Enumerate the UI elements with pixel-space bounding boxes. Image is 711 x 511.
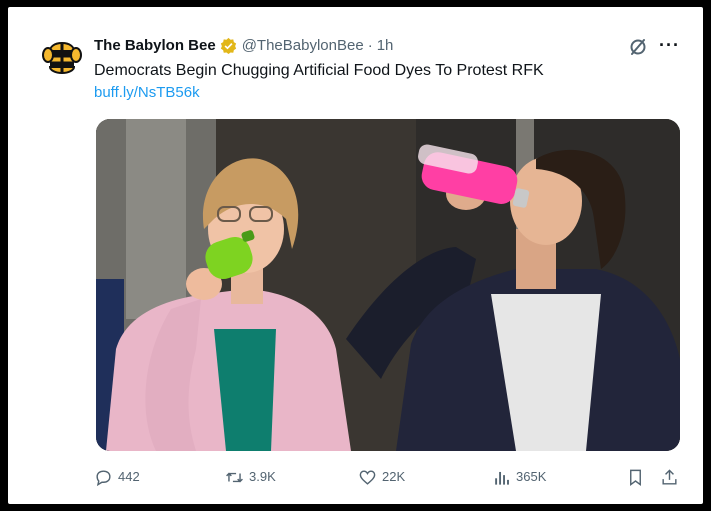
repost-count: 3.9K <box>249 469 276 484</box>
repost-button[interactable]: 3.9K <box>225 465 276 489</box>
bookmark-icon <box>630 469 641 486</box>
reply-icon <box>96 469 111 486</box>
avatar[interactable] <box>42 37 82 77</box>
analytics-icon <box>495 471 509 485</box>
tweet-actions: 442 3.9K 22K 365K <box>94 465 684 489</box>
like-count: 22K <box>382 469 406 484</box>
tweet-image[interactable] <box>96 119 680 451</box>
reply-button[interactable]: 442 <box>94 465 140 489</box>
tweet-card[interactable]: The Babylon Bee @TheBabylonBee · 1h ··· … <box>8 7 703 504</box>
tweet-text: Democrats Begin Chugging Artificial Food… <box>94 62 544 79</box>
more-icon[interactable]: ··· <box>659 36 680 54</box>
heart-icon <box>359 469 376 485</box>
views-count: 365K <box>516 469 547 484</box>
repost-icon <box>226 472 243 482</box>
tweet-header: The Babylon Bee @TheBabylonBee · 1h <box>94 35 393 55</box>
babylon-bee-logo-icon <box>42 37 82 77</box>
author-handle[interactable]: @TheBabylonBee <box>242 37 364 54</box>
header-separator: · <box>367 36 373 54</box>
author-name[interactable]: The Babylon Bee <box>94 37 216 54</box>
share-icon <box>662 468 677 485</box>
verified-badge-icon[interactable] <box>220 37 237 54</box>
share-button[interactable] <box>660 465 684 489</box>
bookmark-button[interactable] <box>626 465 650 489</box>
like-button[interactable]: 22K <box>358 465 405 489</box>
reply-count: 442 <box>118 469 140 484</box>
grok-icon[interactable] <box>628 37 648 57</box>
tweet-link[interactable]: buff.ly/NsTB56k <box>94 84 200 101</box>
tweet-photo <box>96 119 680 451</box>
tweet-timestamp[interactable]: 1h <box>377 37 394 54</box>
views-button[interactable]: 365K <box>492 465 546 489</box>
